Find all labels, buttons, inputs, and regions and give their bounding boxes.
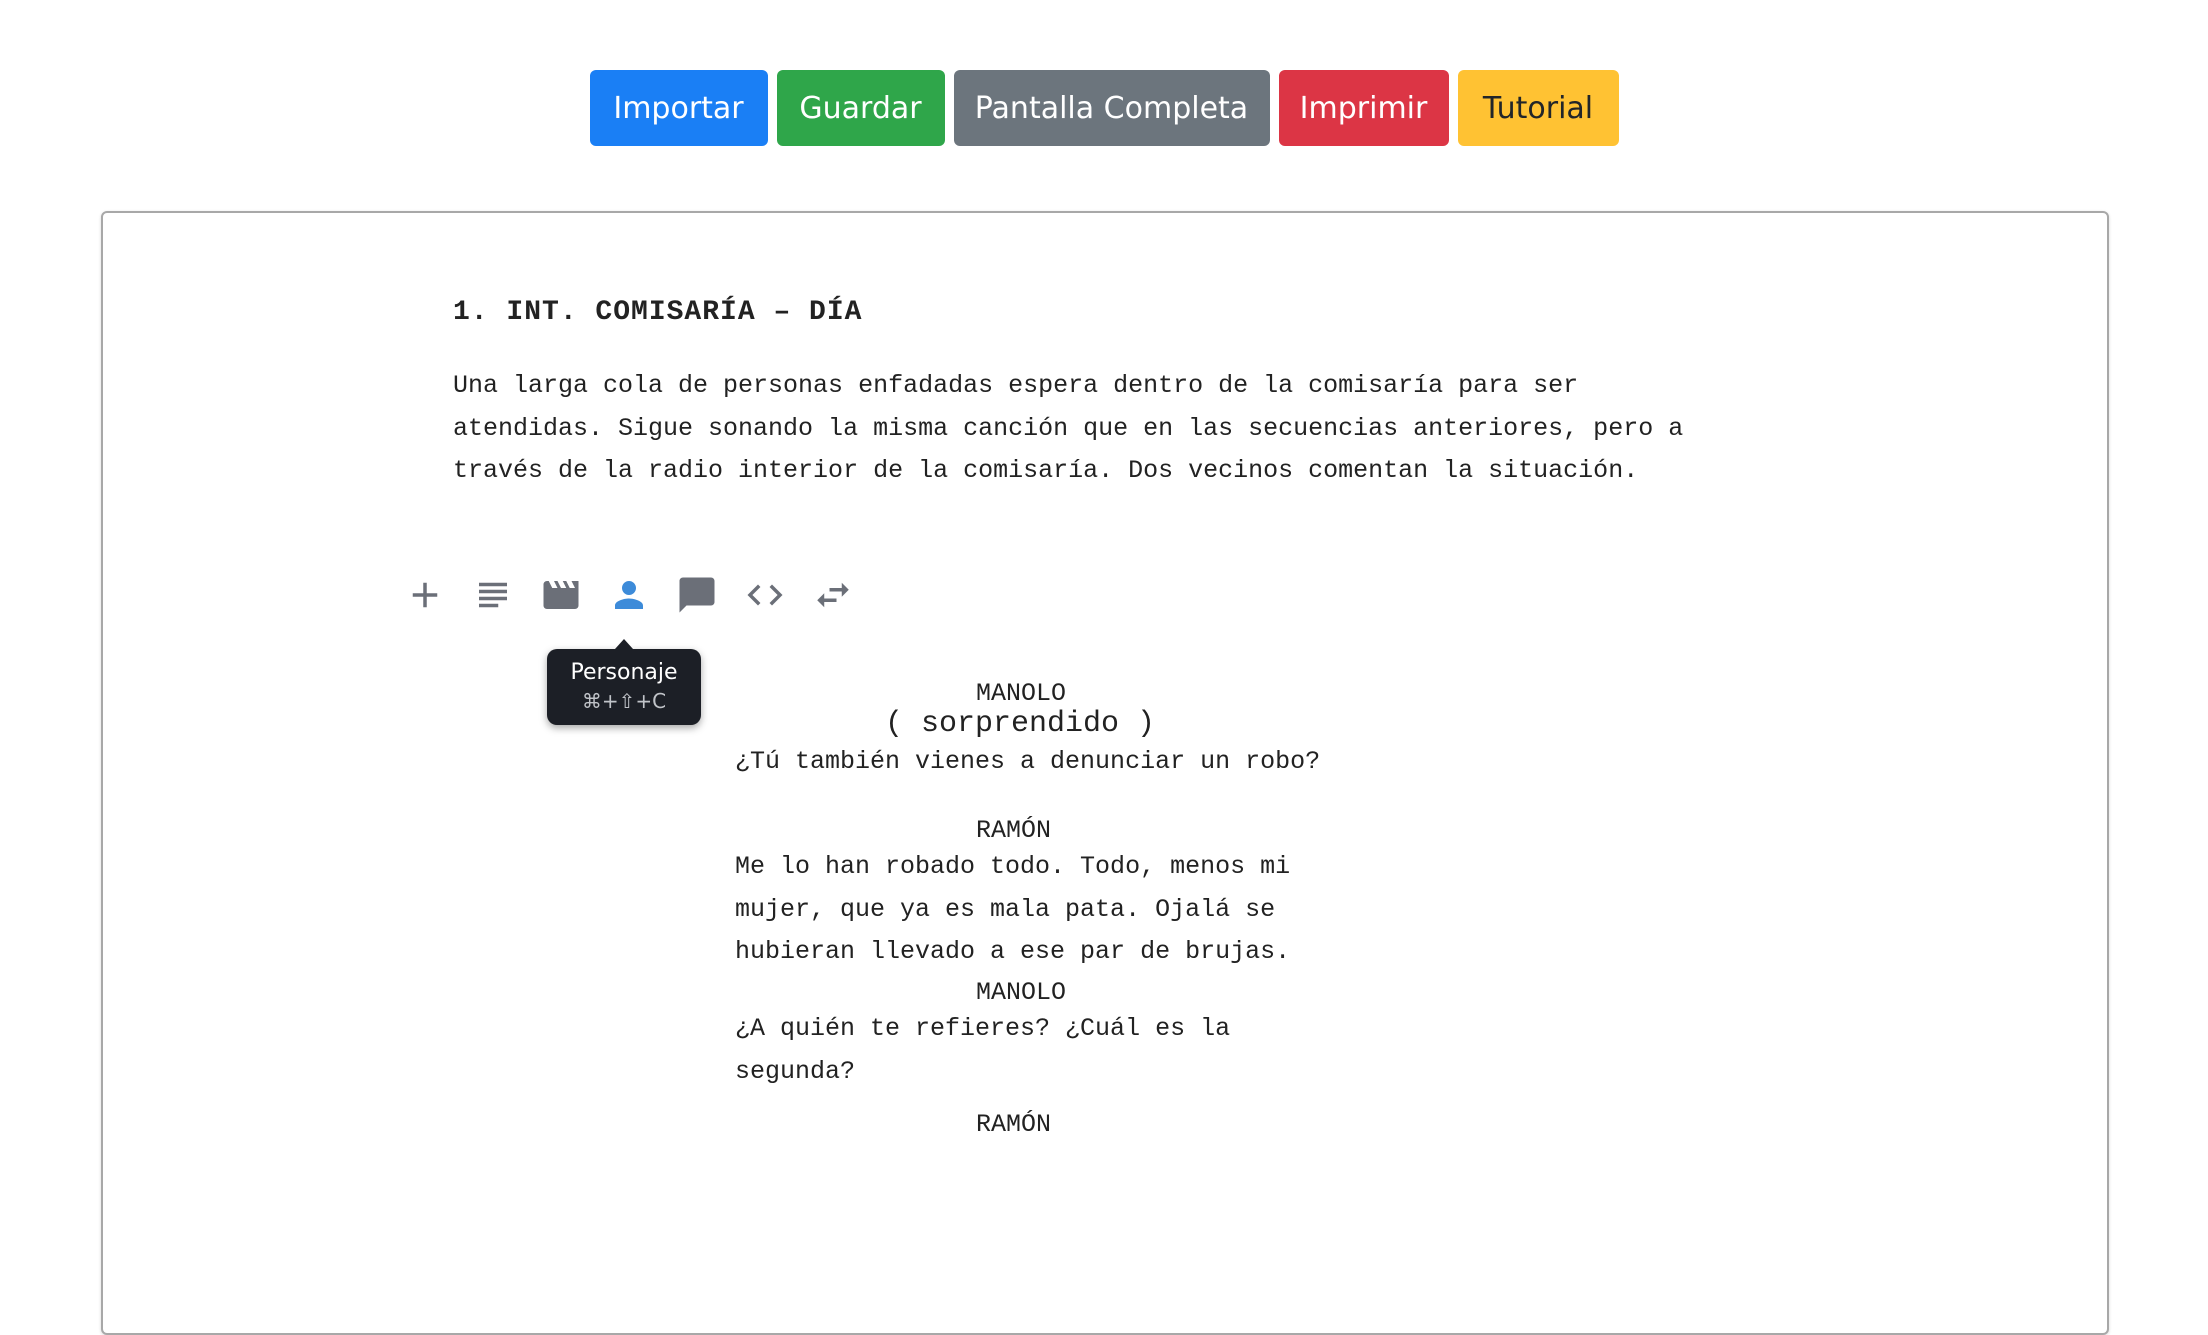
parenthetical[interactable]: ( sorprendido ) [885,707,1155,741]
fullscreen-button[interactable]: Pantalla Completa [953,70,1270,146]
character-name[interactable]: RAMÓN [976,816,1051,845]
action-paragraph[interactable]: Una larga cola de personas enfadadas esp… [453,365,1743,493]
dialogue[interactable]: ¿A quién te refieres? ¿Cuál es la segund… [735,1008,1230,1093]
character-name[interactable]: MANOLO [976,978,1066,1007]
clapperboard-icon[interactable] [537,571,585,619]
dialogue[interactable]: Me lo han robado todo. Todo, menos mi mu… [735,846,1290,974]
person-icon[interactable] [605,571,653,619]
tooltip-title: Personaje [570,660,678,685]
save-button[interactable]: Guardar [776,70,945,146]
plus-icon[interactable] [401,571,449,619]
top-toolbar: Importar Guardar Pantalla Completa Impri… [0,70,2208,146]
action-lines-icon[interactable] [469,571,517,619]
print-button[interactable]: Imprimir [1278,70,1449,146]
script-editor[interactable]: 1. INT. COMISARÍA – DÍA Una larga cola d… [101,211,2109,1335]
tooltip-shortcut: ⌘+⇧+C [581,689,667,713]
element-type-toolbar [401,571,857,619]
character-name[interactable]: RAMÓN [976,1110,1051,1139]
import-button[interactable]: Importar [589,70,768,146]
scene-heading[interactable]: 1. INT. COMISARÍA – DÍA [453,297,862,328]
code-brackets-icon[interactable] [741,571,789,619]
character-name[interactable]: MANOLO [976,679,1066,708]
dialogue[interactable]: ¿Tú también vienes a denunciar un robo? [735,741,1320,784]
speech-bubble-icon[interactable] [673,571,721,619]
element-tooltip: Personaje ⌘+⇧+C [547,639,701,725]
tutorial-button[interactable]: Tutorial [1457,70,1619,146]
swap-arrows-icon[interactable] [809,571,857,619]
